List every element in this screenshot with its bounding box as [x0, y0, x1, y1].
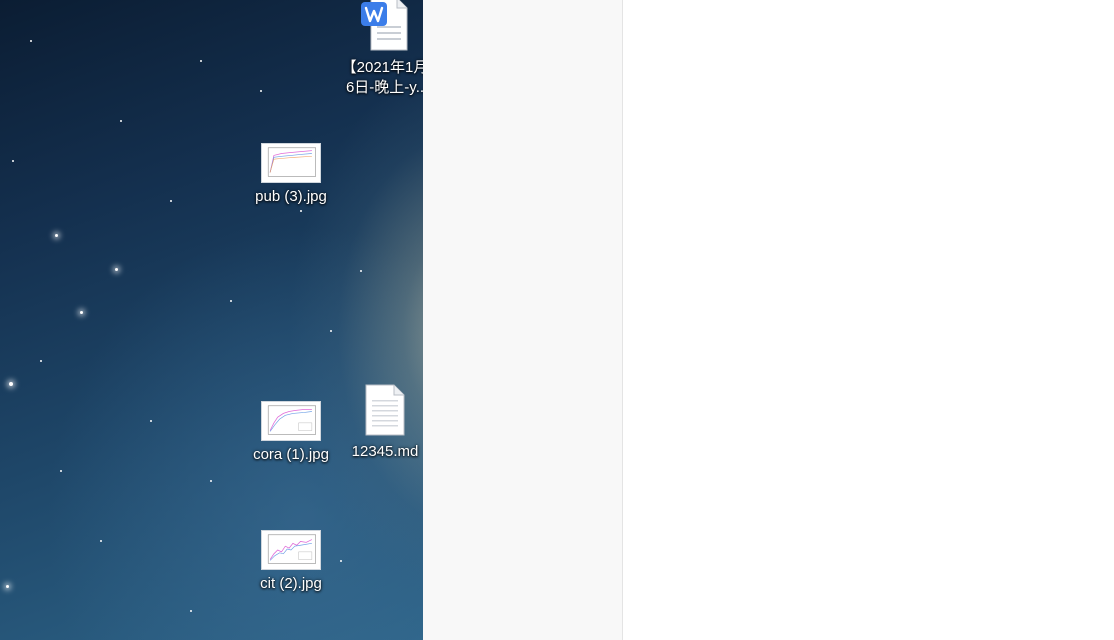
star: [210, 480, 212, 482]
desktop-icon-label: pub (3).jpg: [255, 188, 327, 205]
star: [80, 311, 83, 314]
desktop-icon-cora-1-jpg[interactable]: cora (1).jpg: [245, 401, 337, 465]
star: [300, 210, 302, 212]
desktop-icon-cit-2-jpg[interactable]: cit (2).jpg: [245, 530, 337, 594]
star: [200, 60, 202, 62]
desktop-icon-label: cora (1).jpg: [253, 446, 329, 463]
star: [150, 420, 152, 422]
star: [6, 585, 9, 588]
star: [100, 540, 102, 542]
star: [360, 270, 362, 272]
star: [330, 330, 332, 332]
desktop-icon-label: cit (2).jpg: [260, 575, 322, 592]
star: [190, 610, 192, 612]
image-thumbnail-icon: [261, 143, 321, 183]
wps-writer-document-icon: [361, 0, 409, 52]
star: [12, 160, 14, 162]
star: [120, 120, 122, 122]
desktop-wallpaper: 【2021年1月 6日-晚上-y.. pub (3).jpg cora (1).…: [0, 0, 423, 640]
star: [230, 300, 232, 302]
text-file-icon: [364, 384, 406, 436]
star: [40, 360, 42, 362]
star: [55, 234, 58, 237]
desktop-icon-12345-md[interactable]: 12345.md: [339, 384, 423, 462]
image-thumbnail-icon: [261, 401, 321, 441]
star: [170, 200, 172, 202]
star: [260, 90, 262, 92]
content-pane: [623, 0, 1114, 640]
star: [9, 382, 13, 386]
star: [115, 268, 118, 271]
desktop-icon-label: 6日-晚上-y..: [345, 79, 423, 96]
star: [340, 560, 342, 562]
desktop-icon-wps-document[interactable]: 【2021年1月 6日-晚上-y..: [339, 0, 423, 98]
desktop-icon-label: 【2021年1月: [341, 59, 423, 76]
side-pane: [423, 0, 623, 640]
desktop-icon-label: 12345.md: [351, 443, 419, 460]
star: [30, 40, 32, 42]
image-thumbnail-icon: [261, 530, 321, 570]
desktop-icon-pub-3-jpg[interactable]: pub (3).jpg: [245, 143, 337, 207]
star: [60, 470, 62, 472]
